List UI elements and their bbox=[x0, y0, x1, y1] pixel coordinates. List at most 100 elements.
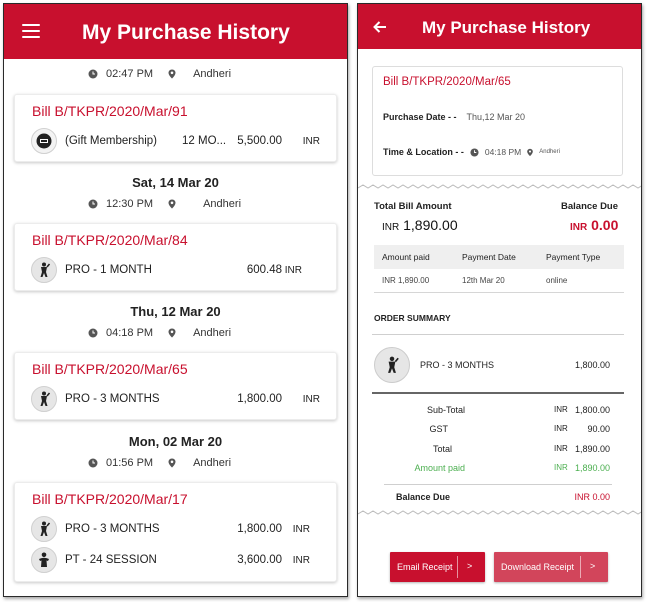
table-header: Amount paid Payment Date Payment Type bbox=[374, 245, 624, 269]
item-amount: 1,800.00 bbox=[237, 393, 282, 405]
balance-due-value: INR 0.00 bbox=[574, 492, 610, 502]
fitness-person-icon bbox=[31, 386, 57, 412]
bill-number: Bill B/TKPR/2020/Mar/91 bbox=[32, 103, 188, 119]
back-arrow-icon[interactable] bbox=[372, 19, 388, 35]
item-currency: INR bbox=[292, 523, 310, 535]
location-pin-icon bbox=[168, 328, 176, 338]
order-item: PRO - 3 MONTHS 1,800.00 bbox=[374, 344, 624, 386]
divider bbox=[372, 392, 624, 394]
date-heading: Sat, 14 Mar 20 bbox=[132, 175, 219, 190]
clock-icon bbox=[88, 328, 98, 338]
item-currency: INR bbox=[284, 264, 302, 276]
purchase-card[interactable]: Bill B/TKPR/2020/Mar/91 (Gift Membership… bbox=[14, 94, 337, 162]
purchase-detail-screen: My Purchase History Bill B/TKPR/2020/Mar… bbox=[357, 3, 642, 597]
order-time: 01:56 PM bbox=[106, 457, 154, 469]
balance-value: 0.00 bbox=[591, 217, 619, 233]
clock-icon bbox=[88, 69, 98, 79]
summary-row: Total INR 1,890.00 bbox=[358, 444, 641, 458]
bill-info-box: Bill B/TKPR/2020/Mar/65 Purchase Date - … bbox=[372, 66, 623, 176]
summary-label: Total bbox=[432, 444, 452, 454]
column-header: Amount paid bbox=[382, 252, 430, 262]
summary-row: Sub-Total INR 1,800.00 bbox=[358, 405, 641, 419]
meta-row: 01:56 PM Andheri bbox=[88, 457, 231, 469]
purchase-item: PRO - 1 MONTH 600.48 INR bbox=[31, 256, 322, 284]
page-title: My Purchase History bbox=[422, 18, 591, 37]
chevron-right-icon: > bbox=[590, 561, 596, 571]
item-currency: INR bbox=[302, 393, 320, 405]
fitness-person-icon bbox=[374, 347, 410, 383]
chevron-right-icon: > bbox=[467, 561, 473, 571]
column-header: Payment Date bbox=[462, 252, 516, 262]
date-heading: Mon, 02 Mar 20 bbox=[128, 434, 223, 449]
payments-table: Amount paid Payment Date Payment Type IN… bbox=[374, 245, 624, 293]
purchase-history-list-screen: My Purchase History 02:47 PM Andheri Bil… bbox=[3, 3, 348, 597]
time-location-label: Time & Location - - bbox=[383, 147, 464, 157]
item-amount: 5,500.00 bbox=[237, 135, 282, 147]
summary-currency: INR bbox=[554, 444, 568, 453]
clock-icon bbox=[470, 147, 479, 157]
purchase-date-row: Purchase Date - - Thu,12 Mar 20 bbox=[383, 112, 525, 122]
item-name: PRO - 3 MONTHS bbox=[65, 393, 160, 405]
balance-currency: INR bbox=[570, 222, 588, 233]
summary-value: 90.00 bbox=[587, 424, 610, 434]
clock-icon bbox=[88, 199, 98, 209]
item-duration: 12 MO... bbox=[182, 135, 227, 147]
purchase-item: (Gift Membership) 12 MO... 5,500.00 INR bbox=[31, 127, 322, 155]
location-pin-icon bbox=[168, 199, 176, 209]
summary-value: 1,800.00 bbox=[574, 405, 610, 415]
order-location: Andheri bbox=[193, 457, 232, 469]
meta-row: 12:30 PM Andheri bbox=[88, 198, 241, 210]
purchase-card[interactable]: Bill B/TKPR/2020/Mar/17 PRO - 3 MONTHS 1… bbox=[14, 482, 337, 582]
order-item-name: PRO - 3 MONTHS bbox=[420, 360, 495, 370]
item-name: PRO - 1 MONTH bbox=[65, 264, 152, 276]
summary-label: Sub-Total bbox=[426, 405, 465, 415]
divider bbox=[384, 484, 612, 485]
date-heading: Thu, 12 Mar 20 bbox=[130, 304, 221, 319]
purchase-date-value: Thu,12 Mar 20 bbox=[466, 112, 526, 122]
menu-icon[interactable] bbox=[22, 24, 40, 39]
download-receipt-label: Download Receipt bbox=[501, 562, 575, 572]
summary-label: Amount paid bbox=[414, 463, 465, 473]
app-bar: My Purchase History bbox=[4, 4, 347, 59]
page-title: My Purchase History bbox=[82, 21, 290, 44]
item-currency: INR bbox=[302, 135, 320, 147]
summary-value: 1,890.00 bbox=[574, 463, 610, 473]
purchase-card[interactable]: Bill B/TKPR/2020/Mar/84 PRO - 1 MONTH 60… bbox=[14, 223, 337, 291]
payment-date-cell: 12th Mar 20 bbox=[462, 276, 505, 285]
purchase-item: PRO - 3 MONTHS 1,800.00 INR bbox=[31, 385, 322, 413]
download-receipt-button[interactable]: Download Receipt > bbox=[494, 552, 608, 582]
email-receipt-label: Email Receipt bbox=[397, 562, 453, 572]
summary-label: GST bbox=[429, 424, 448, 434]
trainer-icon bbox=[31, 547, 57, 573]
order-time: 02:47 PM bbox=[106, 68, 154, 80]
clock-icon bbox=[88, 458, 98, 468]
column-header: Payment Type bbox=[546, 252, 601, 262]
button-separator bbox=[457, 556, 458, 578]
table-row: INR 1,890.00 12th Mar 20 online bbox=[374, 269, 624, 293]
summary-currency: INR bbox=[554, 463, 568, 472]
bill-number: Bill B/TKPR/2020/Mar/84 bbox=[32, 232, 188, 248]
summary-row: GST INR 90.00 bbox=[358, 424, 641, 438]
item-currency: INR bbox=[292, 554, 310, 566]
summary-row: Amount paid INR 1,890.00 bbox=[358, 463, 641, 477]
summary-value: 1,890.00 bbox=[574, 444, 610, 454]
time-location-row: Time & Location - - 04:18 PM Andheri bbox=[383, 147, 560, 157]
gift-card-icon bbox=[31, 128, 57, 154]
item-amount: 600.48 bbox=[246, 264, 282, 276]
order-summary-title: ORDER SUMMARY bbox=[374, 313, 451, 323]
meta-row: 04:18 PM Andheri bbox=[88, 327, 231, 339]
bill-number: Bill B/TKPR/2020/Mar/65 bbox=[32, 361, 188, 377]
balance-due-label: Balance Due bbox=[561, 201, 619, 212]
summary-currency: INR bbox=[554, 424, 568, 433]
location-pin-icon bbox=[168, 69, 176, 79]
email-receipt-button[interactable]: Email Receipt > bbox=[390, 552, 485, 582]
location-pin-icon bbox=[527, 148, 534, 156]
order-location: Andheri bbox=[539, 149, 560, 155]
zigzag-divider bbox=[358, 510, 641, 515]
summary-currency: INR bbox=[554, 405, 568, 414]
total-bill-amount: INR 1,890.00 bbox=[382, 217, 458, 233]
item-name: PT - 24 SESSION bbox=[65, 554, 157, 566]
bill-number: Bill B/TKPR/2020/Mar/17 bbox=[32, 491, 188, 507]
purchase-card[interactable]: Bill B/TKPR/2020/Mar/65 PRO - 3 MONTHS 1… bbox=[14, 352, 337, 420]
order-time: 04:18 PM bbox=[106, 327, 154, 339]
